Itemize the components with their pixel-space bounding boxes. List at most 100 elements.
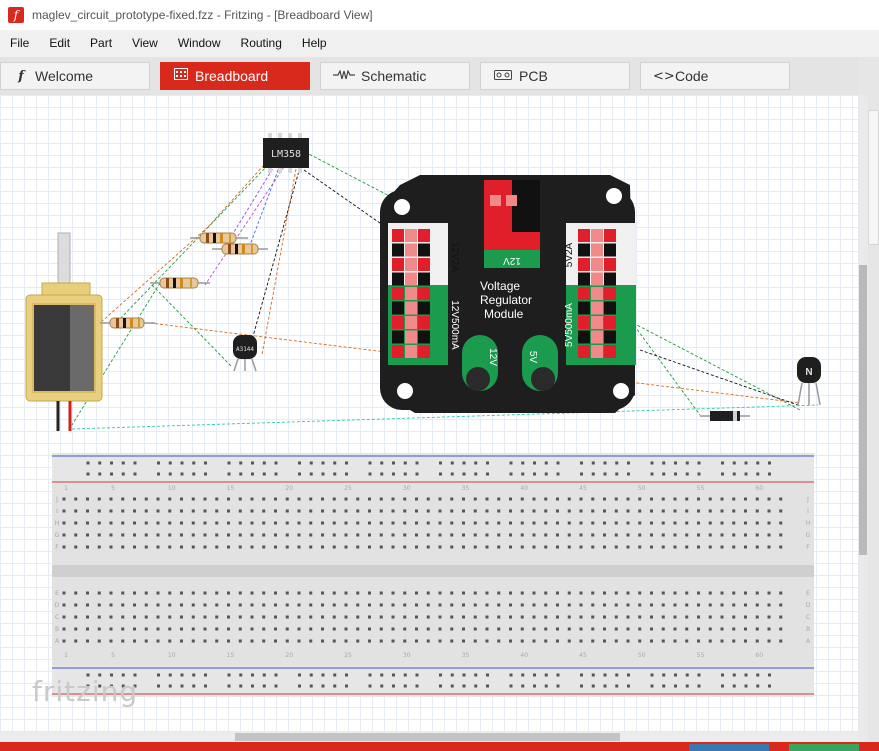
wire-blue-1[interactable]	[249, 164, 281, 246]
breadboard-canvas[interactable]: 1 1 5 5 10 10 15 15 20 20 25 25 30 30 35 35 40 40 45 45 50 50…	[0, 95, 858, 742]
tab-schematic[interactable]: Schematic	[320, 62, 470, 90]
vreg-title-line3: Module	[484, 307, 524, 321]
breadboard[interactable]: 1155101015152020252530303535404045455050…	[52, 453, 814, 697]
menu-view[interactable]: View	[122, 30, 168, 57]
breadboard-row-label: F	[806, 544, 810, 551]
breadboard-row-label: C	[55, 614, 59, 621]
wire-orange-2[interactable]	[99, 226, 209, 324]
breadboard-row-label: B	[55, 626, 59, 633]
resistor-2[interactable]	[212, 243, 268, 255]
breadboard-icon	[173, 68, 189, 84]
breadboard-row-label: J	[806, 496, 809, 503]
breadboard-column-label: 60	[755, 485, 763, 492]
pcb-icon	[493, 69, 513, 84]
tab-code[interactable]: <> Code	[640, 62, 790, 90]
fritzing-app-icon: f	[8, 7, 24, 23]
breadboard-column-label: 40	[520, 652, 528, 659]
breadboard-row-label: G	[806, 532, 811, 539]
menu-routing[interactable]: Routing	[231, 30, 292, 57]
voltage-regulator-module[interactable]: 12V 12V2A 12V500mA 5V2A 5V500mA Voltage …	[380, 175, 636, 413]
menu-bar: File Edit Part View Window Routing Help	[0, 30, 879, 57]
breadboard-row-label: F	[55, 544, 59, 551]
breadboard-column-label: 5	[111, 485, 115, 492]
wire-black-2[interactable]	[303, 169, 391, 231]
breadboard-row-label: H	[55, 520, 60, 527]
tab-breadboard-label: Breadboard	[195, 68, 269, 84]
vreg-left-pins	[392, 229, 430, 358]
side-dock-panel[interactable]	[868, 110, 879, 245]
tab-breadboard[interactable]: Breadboard	[160, 62, 310, 90]
tab-pcb[interactable]: PCB	[480, 62, 630, 90]
wire-black-3[interactable]	[639, 349, 799, 406]
breadboard-column-label: 55	[697, 652, 705, 659]
tab-welcome-label: Welcome	[35, 68, 94, 84]
breadboard-row-label: C	[806, 614, 810, 621]
menu-window[interactable]: Window	[168, 30, 231, 57]
breadboard-column-label: 30	[403, 652, 411, 659]
breadboard-row-label: I	[56, 508, 58, 515]
breadboard-column-label: 20	[285, 485, 293, 492]
breadboard-column-label: 60	[755, 652, 763, 659]
npn-transistor[interactable]: N	[797, 357, 821, 406]
breadboard-column-label: 45	[579, 652, 587, 659]
vreg-right-bottom-label: 5V500mA	[564, 303, 575, 347]
breadboard-row-label: I	[807, 508, 809, 515]
menu-file[interactable]: File	[0, 30, 39, 57]
wire-orange-3[interactable]	[261, 168, 297, 356]
breadboard-column-label: 45	[579, 485, 587, 492]
breadboard-row-label: J	[55, 496, 58, 503]
vreg-left-bottom-label: 12V500mA	[449, 300, 460, 350]
menu-part[interactable]: Part	[80, 30, 122, 57]
breadboard-row-label: D	[55, 602, 60, 609]
window-title: maglev_circuit_prototype-fixed.fzz - Fri…	[32, 8, 373, 22]
wire-black-1[interactable]	[251, 166, 301, 341]
wire-green-2[interactable]	[117, 164, 269, 322]
circuit-drawing: 1155101015152020252530303535404045455050…	[25, 133, 821, 697]
vreg-jack-left-label: 12V	[487, 348, 498, 366]
breadboard-column-label: 15	[227, 652, 235, 659]
hall-sensor-label: A3144	[236, 346, 254, 353]
fritzing-watermark: fritzing	[32, 675, 139, 708]
vreg-right-top-label: 5V2A	[564, 242, 575, 267]
title-bar: f maglev_circuit_prototype-fixed.fzz - F…	[0, 0, 879, 30]
breadboard-column-label: 1	[64, 652, 68, 659]
breadboard-row-label: E	[55, 590, 59, 597]
wire-magenta-1[interactable]	[204, 166, 285, 286]
breadboard-column-label: 50	[638, 485, 646, 492]
vreg-title-line2: Regulator	[480, 293, 532, 307]
breadboard-row-label: G	[55, 532, 60, 539]
vertical-scrollbar-thumb[interactable]	[859, 265, 867, 555]
vertical-scrollbar[interactable]	[858, 95, 868, 742]
lm358-opamp[interactable]: LM358	[263, 133, 309, 173]
tab-welcome[interactable]: f Welcome	[0, 62, 150, 90]
status-button-blue[interactable]	[689, 744, 769, 751]
view-tab-bar: f Welcome Breadboard Schematic PCB <> Co…	[0, 57, 879, 95]
menu-help[interactable]: Help	[292, 30, 337, 57]
breadboard-column-label: 35	[462, 652, 470, 659]
status-bar	[0, 742, 879, 751]
breadboard-row-label: B	[806, 626, 810, 633]
breadboard-column-label: 15	[227, 485, 235, 492]
diode[interactable]	[700, 411, 750, 421]
breadboard-column-label: 25	[344, 652, 352, 659]
solenoid[interactable]	[25, 232, 103, 431]
vreg-left-top-label: 12V2A	[449, 242, 460, 272]
breadboard-column-label: 20	[285, 652, 293, 659]
resistor-3[interactable]	[150, 277, 210, 289]
breadboard-column-label: 35	[462, 485, 470, 492]
tab-pcb-label: PCB	[519, 68, 548, 84]
breadboard-column-label: 50	[638, 652, 646, 659]
menu-edit[interactable]: Edit	[39, 30, 80, 57]
transistor-label: N	[805, 367, 812, 378]
wire-green-3[interactable]	[151, 284, 233, 368]
vreg-title-line1: Voltage	[480, 279, 520, 293]
status-button-green[interactable]	[789, 744, 859, 751]
horizontal-scrollbar[interactable]	[0, 732, 858, 742]
resistor-4[interactable]	[100, 317, 155, 329]
f-logo-icon: f	[18, 68, 24, 84]
breadboard-column-label: 10	[168, 652, 176, 659]
vreg-top-label: 12V	[503, 255, 521, 266]
hall-sensor[interactable]: A3144	[233, 335, 257, 372]
horizontal-scrollbar-thumb[interactable]	[235, 733, 620, 741]
breadboard-row-label: E	[806, 590, 810, 597]
